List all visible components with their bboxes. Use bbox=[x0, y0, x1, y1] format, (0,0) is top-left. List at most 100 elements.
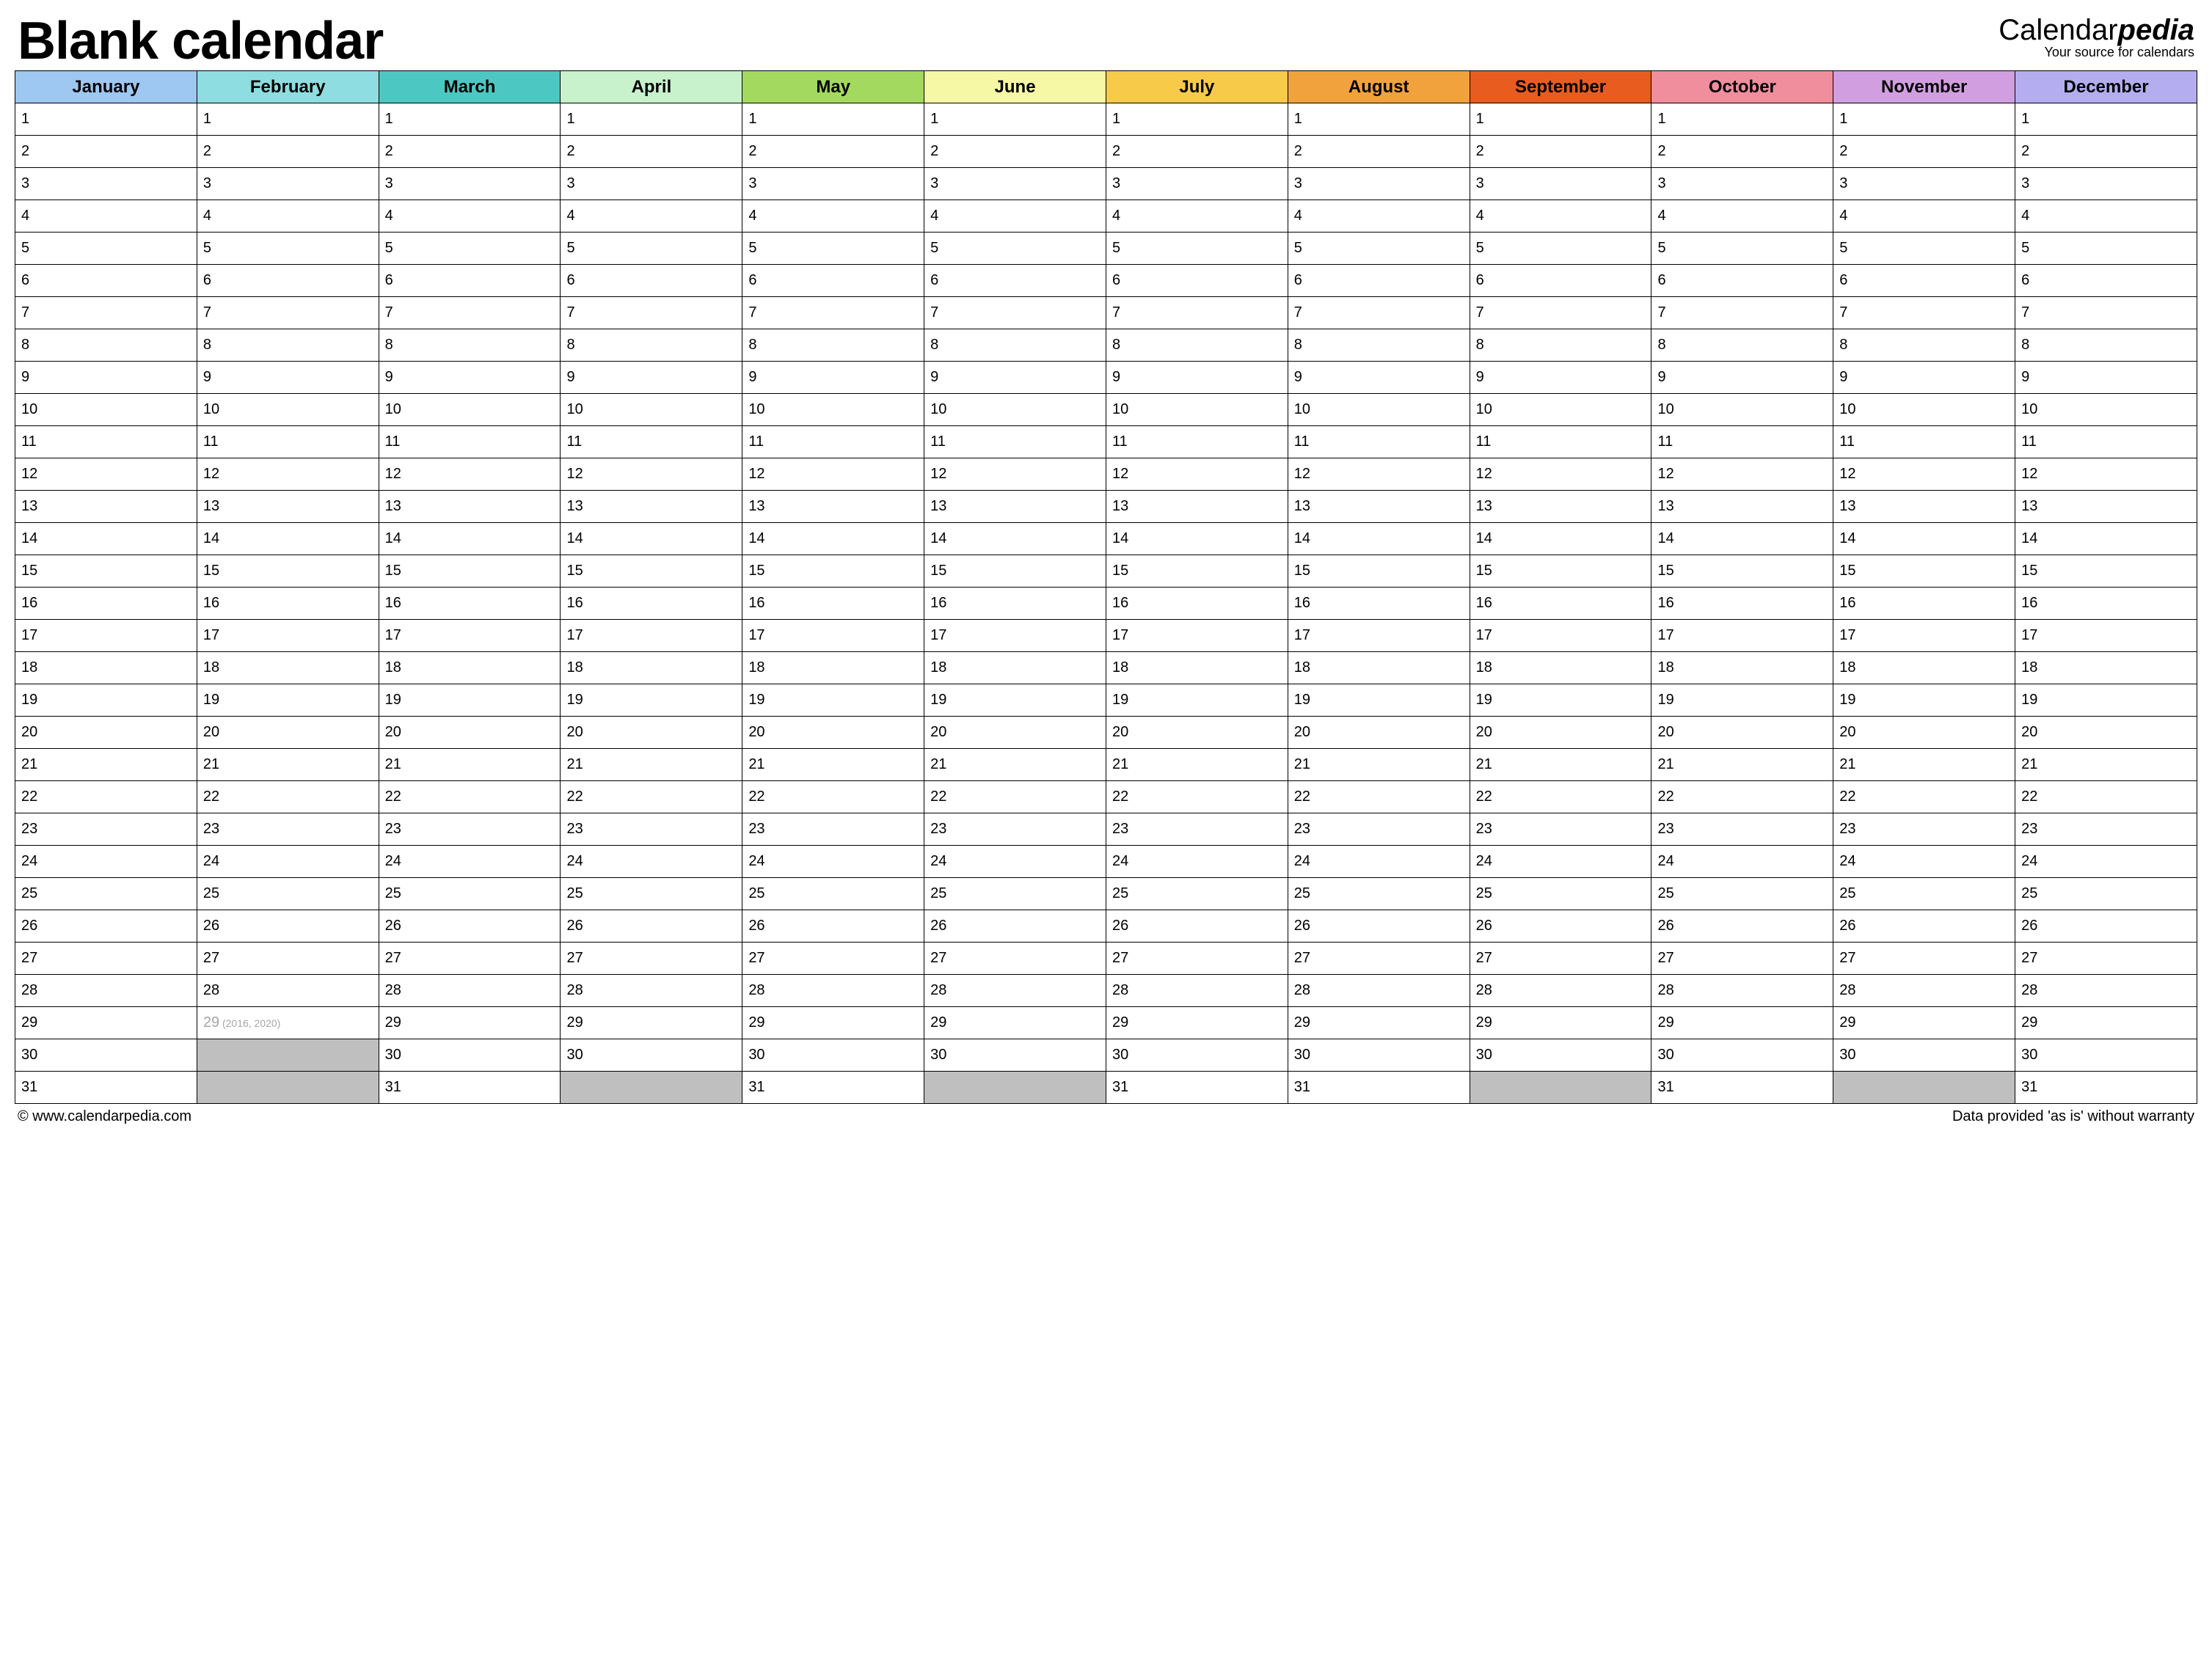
day-cell: 13 bbox=[1106, 491, 1288, 523]
day-cell: 30 bbox=[1470, 1039, 1651, 1072]
day-cell: 10 bbox=[742, 394, 924, 426]
day-cell: 22 bbox=[2015, 781, 2197, 813]
day-cell: 13 bbox=[1470, 491, 1651, 523]
day-cell: 3 bbox=[1833, 168, 2015, 200]
day-cell: 21 bbox=[924, 749, 1106, 781]
day-cell: 2 bbox=[1106, 136, 1288, 168]
day-cell: 7 bbox=[742, 297, 924, 329]
day-cell: 21 bbox=[379, 749, 561, 781]
day-cell: 16 bbox=[924, 588, 1106, 620]
day-cell: 7 bbox=[1288, 297, 1470, 329]
day-cell: 31 bbox=[15, 1072, 197, 1104]
day-cell: 3 bbox=[1288, 168, 1470, 200]
month-header: July bbox=[1106, 71, 1288, 103]
day-cell: 31 bbox=[1651, 1072, 1833, 1104]
day-cell: 29 bbox=[1106, 1007, 1288, 1039]
day-cell: 5 bbox=[742, 233, 924, 265]
day-cell bbox=[197, 1039, 379, 1072]
day-cell: 19 bbox=[1470, 684, 1651, 717]
day-cell: 30 bbox=[1288, 1039, 1470, 1072]
day-cell: 22 bbox=[561, 781, 742, 813]
day-cell: 15 bbox=[1651, 555, 1833, 588]
day-cell: 23 bbox=[1106, 813, 1288, 846]
day-cell: 24 bbox=[561, 846, 742, 878]
day-cell: 9 bbox=[1833, 362, 2015, 394]
day-cell: 10 bbox=[2015, 394, 2197, 426]
day-row: 999999999999 bbox=[15, 362, 2197, 394]
day-row: 131313131313131313131313 bbox=[15, 491, 2197, 523]
day-cell: 19 bbox=[1288, 684, 1470, 717]
day-cell: 8 bbox=[1470, 329, 1651, 362]
day-cell: 12 bbox=[197, 458, 379, 491]
day-cell: 8 bbox=[2015, 329, 2197, 362]
day-cell: 20 bbox=[379, 717, 561, 749]
day-cell: 5 bbox=[197, 233, 379, 265]
day-cell: 3 bbox=[742, 168, 924, 200]
day-cell: 7 bbox=[561, 297, 742, 329]
day-cell: 11 bbox=[924, 426, 1106, 458]
day-cell: 6 bbox=[742, 265, 924, 297]
day-cell: 3 bbox=[379, 168, 561, 200]
day-cell: 16 bbox=[197, 588, 379, 620]
day-cell: 6 bbox=[1470, 265, 1651, 297]
day-cell: 15 bbox=[197, 555, 379, 588]
day-cell: 4 bbox=[561, 200, 742, 233]
day-cell: 29 bbox=[2015, 1007, 2197, 1039]
day-row: 252525252525252525252525 bbox=[15, 878, 2197, 910]
day-cell: 12 bbox=[2015, 458, 2197, 491]
day-cell: 21 bbox=[1833, 749, 2015, 781]
day-cell: 6 bbox=[2015, 265, 2197, 297]
day-cell: 25 bbox=[2015, 878, 2197, 910]
day-cell: 18 bbox=[1651, 652, 1833, 684]
day-cell: 21 bbox=[2015, 749, 2197, 781]
month-header: August bbox=[1288, 71, 1470, 103]
calendar-body: 1111111111112222222222223333333333334444… bbox=[15, 103, 2197, 1104]
day-cell: 2 bbox=[1470, 136, 1651, 168]
day-cell: 8 bbox=[742, 329, 924, 362]
day-cell: 15 bbox=[15, 555, 197, 588]
day-cell: 12 bbox=[1833, 458, 2015, 491]
day-cell: 8 bbox=[1106, 329, 1288, 362]
day-row: 181818181818181818181818 bbox=[15, 652, 2197, 684]
day-cell: 19 bbox=[379, 684, 561, 717]
day-cell: 15 bbox=[561, 555, 742, 588]
day-cell: 28 bbox=[15, 975, 197, 1007]
day-cell: 17 bbox=[379, 620, 561, 652]
day-cell: 15 bbox=[2015, 555, 2197, 588]
day-cell: 26 bbox=[1833, 910, 2015, 943]
day-cell: 29 bbox=[924, 1007, 1106, 1039]
day-cell: 21 bbox=[197, 749, 379, 781]
day-cell: 20 bbox=[1470, 717, 1651, 749]
day-cell: 13 bbox=[197, 491, 379, 523]
day-row: 171717171717171717171717 bbox=[15, 620, 2197, 652]
day-cell bbox=[924, 1072, 1106, 1104]
day-cell: 20 bbox=[561, 717, 742, 749]
day-row: 2929 (2016, 2020)29292929292929292929 bbox=[15, 1007, 2197, 1039]
day-cell: 29 (2016, 2020) bbox=[197, 1007, 379, 1039]
day-cell: 15 bbox=[924, 555, 1106, 588]
day-cell: 2 bbox=[1833, 136, 2015, 168]
day-cell: 2 bbox=[15, 136, 197, 168]
day-row: 232323232323232323232323 bbox=[15, 813, 2197, 846]
day-cell: 18 bbox=[2015, 652, 2197, 684]
day-cell: 27 bbox=[1470, 943, 1651, 975]
day-cell: 3 bbox=[1651, 168, 1833, 200]
day-cell: 23 bbox=[561, 813, 742, 846]
day-cell: 4 bbox=[1833, 200, 2015, 233]
day-cell: 18 bbox=[924, 652, 1106, 684]
day-cell: 25 bbox=[379, 878, 561, 910]
day-cell: 18 bbox=[1833, 652, 2015, 684]
day-cell: 22 bbox=[1833, 781, 2015, 813]
day-cell: 30 bbox=[1833, 1039, 2015, 1072]
day-cell: 11 bbox=[1470, 426, 1651, 458]
day-cell: 18 bbox=[1470, 652, 1651, 684]
day-cell: 24 bbox=[15, 846, 197, 878]
day-cell: 8 bbox=[561, 329, 742, 362]
day-cell: 24 bbox=[1288, 846, 1470, 878]
day-cell: 20 bbox=[1833, 717, 2015, 749]
day-cell: 26 bbox=[1651, 910, 1833, 943]
day-cell: 19 bbox=[742, 684, 924, 717]
day-cell: 10 bbox=[379, 394, 561, 426]
day-cell: 16 bbox=[15, 588, 197, 620]
day-cell: 13 bbox=[1288, 491, 1470, 523]
